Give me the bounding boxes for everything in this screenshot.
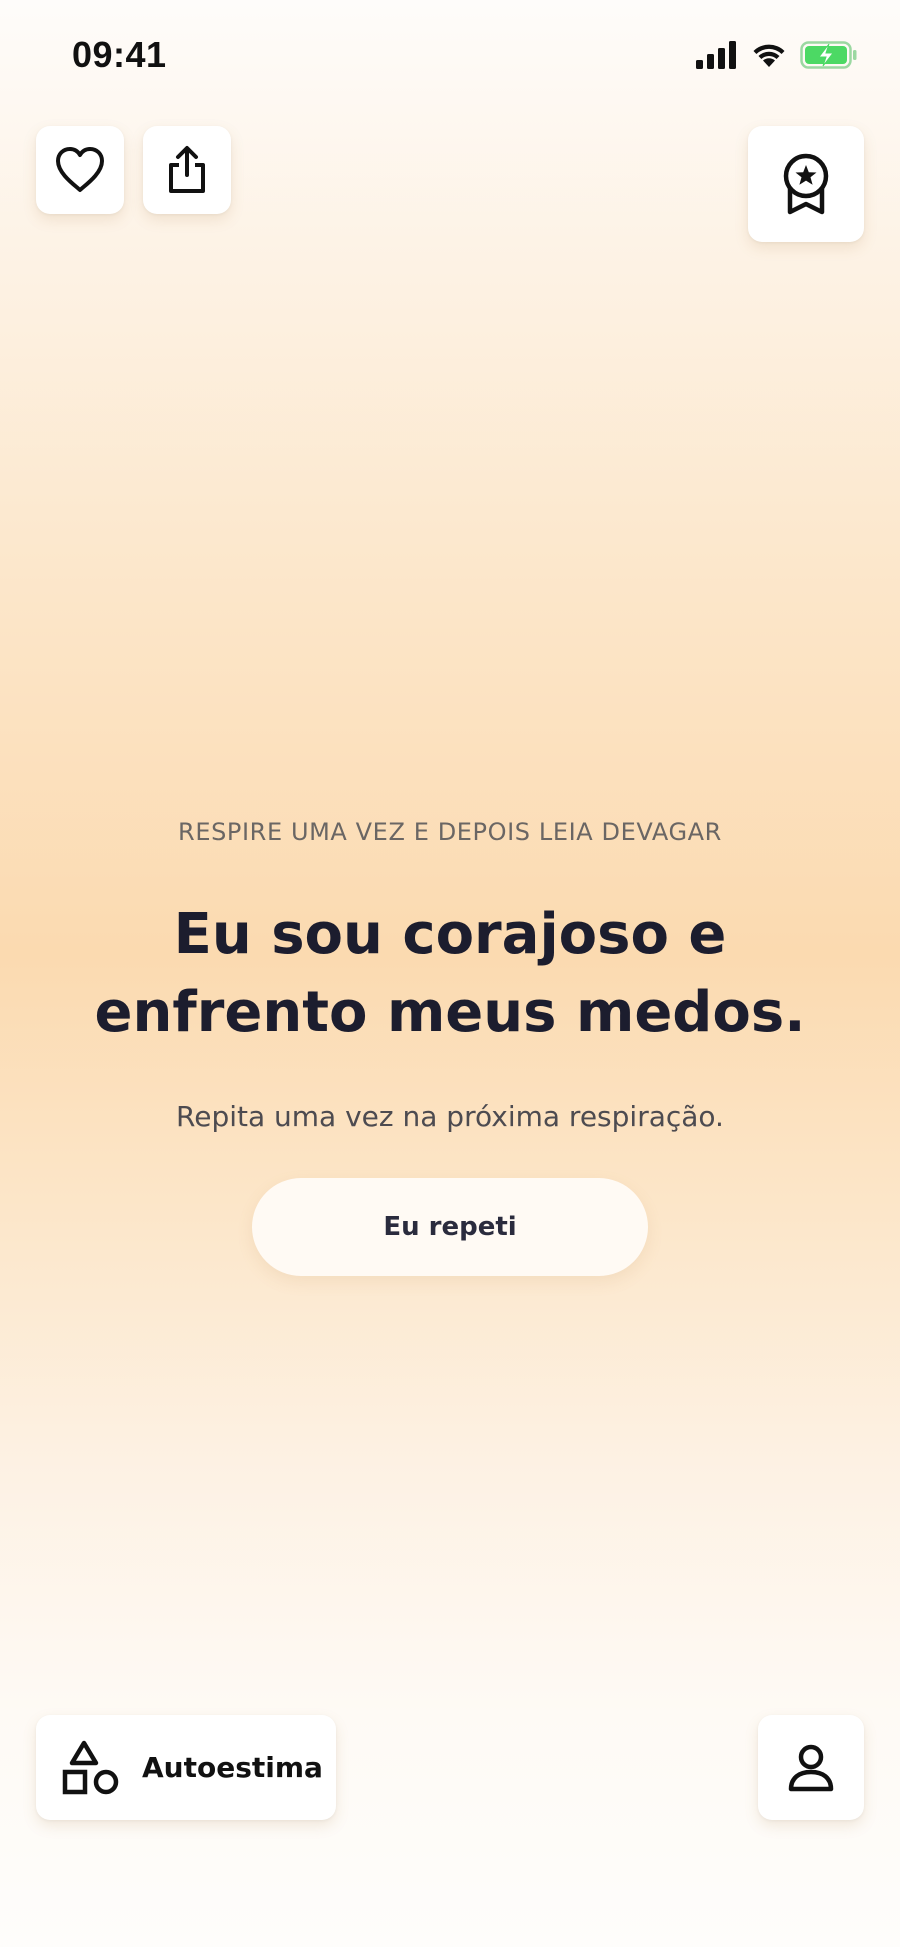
status-icons — [696, 40, 858, 70]
repeat-button[interactable]: Eu repeti — [252, 1178, 648, 1276]
share-button[interactable] — [143, 126, 231, 214]
shapes-icon — [62, 1740, 119, 1794]
status-time: 09:41 — [72, 34, 167, 75]
cellular-signal-icon — [696, 41, 736, 69]
achievements-button[interactable] — [748, 126, 864, 242]
share-icon — [169, 146, 205, 193]
heart-icon — [56, 147, 104, 192]
status-bar: 09:41 — [0, 0, 900, 110]
wifi-icon — [753, 44, 785, 67]
battery-charging-icon — [800, 41, 857, 69]
favorite-button[interactable] — [36, 126, 124, 214]
profile-button[interactable] — [758, 1715, 864, 1820]
award-ribbon-icon — [783, 153, 829, 215]
repeat-hint: Repita uma vez na próxima respiração. — [176, 1100, 724, 1133]
affirmation-text: Eu sou corajoso e enfrento meus medos. — [94, 902, 806, 1045]
category-button[interactable]: Autoestima — [36, 1715, 336, 1820]
category-label: Autoestima — [142, 1751, 323, 1784]
user-icon — [788, 1744, 834, 1791]
breathing-instruction: RESPIRE UMA VEZ E DEPOIS LEIA DEVAGAR — [178, 818, 722, 846]
